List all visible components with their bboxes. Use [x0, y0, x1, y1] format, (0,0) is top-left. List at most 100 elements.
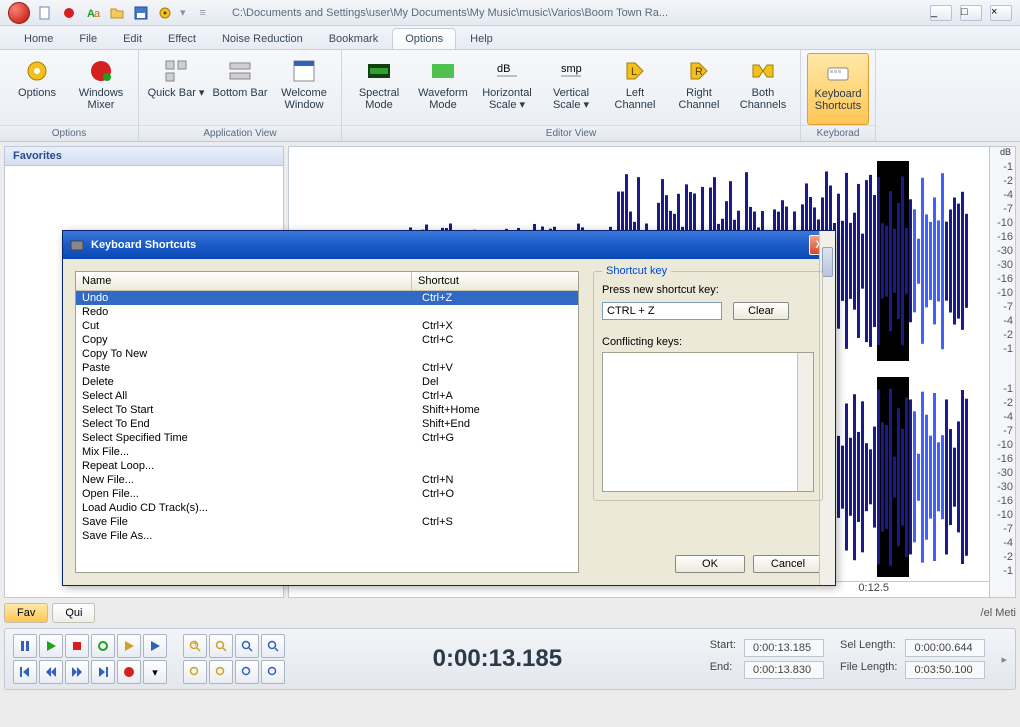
open-folder-icon[interactable] [108, 4, 126, 22]
list-row[interactable]: CutCtrl+X [76, 319, 578, 333]
row-shortcut: Ctrl+O [422, 488, 572, 500]
maximize-button[interactable]: □ [960, 5, 982, 21]
favorites-tab[interactable]: Fav [4, 603, 48, 623]
menu-tab-noise-reduction[interactable]: Noise Reduction [210, 29, 315, 49]
play-selection-button[interactable] [117, 634, 141, 658]
row-name: Copy [82, 334, 422, 346]
goto-start-button[interactable] [13, 660, 37, 684]
play-loop-button[interactable] [91, 634, 115, 658]
zoom-in-button[interactable]: + [183, 634, 207, 658]
list-row[interactable]: Save FileCtrl+S [76, 515, 578, 529]
end-label: End: [710, 661, 736, 679]
zoom-h-in-button[interactable] [235, 660, 259, 684]
ribbon-item-keyboard-shortcuts[interactable]: Keyboard Shortcuts [807, 53, 869, 125]
goto-end-button[interactable] [91, 660, 115, 684]
db-tick: -7 [1003, 523, 1013, 535]
db-tick: -4 [1003, 411, 1013, 423]
list-row[interactable]: Repeat Loop... [76, 459, 578, 473]
svg-text:a: a [94, 8, 100, 20]
list-row[interactable]: Select Specified TimeCtrl+G [76, 431, 578, 445]
ribbon-group-application-view: Quick Bar ▾Bottom BarWelcome WindowAppli… [139, 50, 342, 141]
zoom-full-button[interactable] [261, 634, 285, 658]
cancel-button[interactable]: Cancel [753, 555, 823, 573]
ribbon-item-welcome-window[interactable]: Welcome Window [273, 53, 335, 125]
minimize-button[interactable]: _ [930, 5, 952, 21]
clear-button[interactable]: Clear [733, 302, 789, 320]
dropdown-button[interactable]: ▾ [143, 660, 167, 684]
menu-tab-effect[interactable]: Effect [156, 29, 208, 49]
keyboard-shortcuts-dialog: Keyboard Shortcuts X Name Shortcut UndoC… [62, 230, 836, 586]
menu-tab-file[interactable]: File [67, 29, 109, 49]
ribbon-item-left-channel[interactable]: LLeft Channel [604, 53, 666, 125]
shortcut-input[interactable]: CTRL + Z [602, 302, 722, 320]
menu-tab-bookmark[interactable]: Bookmark [317, 29, 391, 49]
zoom-v-out-button[interactable] [209, 660, 233, 684]
list-row[interactable]: PasteCtrl+V [76, 361, 578, 375]
favorites-title: Favorites [5, 147, 283, 166]
column-name[interactable]: Name [76, 272, 412, 290]
scrollbar[interactable] [797, 353, 813, 491]
record-button[interactable] [117, 660, 141, 684]
zoom-v-in-button[interactable] [183, 660, 207, 684]
pause-button[interactable] [13, 634, 37, 658]
play-button[interactable] [39, 634, 63, 658]
settings-icon[interactable] [156, 4, 174, 22]
list-row[interactable]: New File...Ctrl+N [76, 473, 578, 487]
stop-button[interactable] [65, 634, 89, 658]
ribbon-item-label: Windows Mixer [70, 87, 132, 111]
list-row[interactable]: Select To StartShift+Home [76, 403, 578, 417]
list-row[interactable]: Copy To New [76, 347, 578, 361]
record-icon[interactable] [60, 4, 78, 22]
rewind-button[interactable] [39, 660, 63, 684]
ribbon-item-quick-bar-[interactable]: Quick Bar ▾ [145, 53, 207, 125]
zoom-selection-button[interactable] [235, 634, 259, 658]
list-row[interactable]: DeleteDel [76, 375, 578, 389]
list-row[interactable]: CopyCtrl+C [76, 333, 578, 347]
ribbon-item-options[interactable]: Options [6, 53, 68, 125]
list-body[interactable]: UndoCtrl+ZRedoCutCtrl+XCopyCtrl+CCopy To… [76, 291, 578, 572]
zoom-h-out-button[interactable] [261, 660, 285, 684]
list-row[interactable]: Redo [76, 305, 578, 319]
ribbon-item-right-channel[interactable]: RRight Channel [668, 53, 730, 125]
play-end-button[interactable] [143, 634, 167, 658]
start-label: Start: [710, 639, 736, 657]
ribbon-item-vertical-scale-[interactable]: smpVertical Scale ▾ [540, 53, 602, 125]
list-row[interactable]: Select AllCtrl+A [76, 389, 578, 403]
app-orb[interactable] [8, 2, 30, 24]
forward-button[interactable] [65, 660, 89, 684]
db-tick: -1 [1003, 383, 1013, 395]
row-name: Delete [82, 376, 422, 388]
zoom-out-button[interactable] [209, 634, 233, 658]
close-button[interactable]: × [990, 5, 1012, 21]
menu-tab-edit[interactable]: Edit [111, 29, 154, 49]
ribbon-item-windows-mixer[interactable]: Windows Mixer [70, 53, 132, 125]
new-file-icon[interactable] [36, 4, 54, 22]
ribbon-item-both-channels[interactable]: Both Channels [732, 53, 794, 125]
menu-tab-help[interactable]: Help [458, 29, 505, 49]
list-row[interactable]: Select To EndShift+End [76, 417, 578, 431]
list-row[interactable]: Open File...Ctrl+O [76, 487, 578, 501]
list-row[interactable]: Load Audio CD Track(s)... [76, 501, 578, 515]
save-icon[interactable] [132, 4, 150, 22]
row-name: Redo [82, 306, 422, 318]
menu-tab-home[interactable]: Home [12, 29, 65, 49]
quick-tab[interactable]: Qui [52, 603, 95, 623]
right-ch-icon: R [685, 57, 713, 85]
ribbon-item-horizontal-scale-[interactable]: dBHorizontal Scale ▾ [476, 53, 538, 125]
list-row[interactable]: Save File As... [76, 529, 578, 543]
column-shortcut[interactable]: Shortcut [412, 272, 562, 290]
row-name: Save File [82, 516, 422, 528]
ok-button[interactable]: OK [675, 555, 745, 573]
dialog-buttons: OK Cancel [593, 555, 823, 573]
ribbon-item-spectral-mode[interactable]: Spectral Mode [348, 53, 410, 125]
list-row[interactable]: Mix File... [76, 445, 578, 459]
dialog-titlebar[interactable]: Keyboard Shortcuts X [63, 231, 835, 259]
ribbon-item-waveform-mode[interactable]: Waveform Mode [412, 53, 474, 125]
row-name: Select To Start [82, 404, 422, 416]
list-row[interactable]: UndoCtrl+Z [76, 291, 578, 305]
ribbon-item-bottom-bar[interactable]: Bottom Bar [209, 53, 271, 125]
text-icon[interactable]: Aa [84, 4, 102, 22]
db-tick: -30 [997, 259, 1013, 271]
file-label: File Length: [840, 661, 897, 679]
menu-tab-options[interactable]: Options [392, 28, 456, 49]
